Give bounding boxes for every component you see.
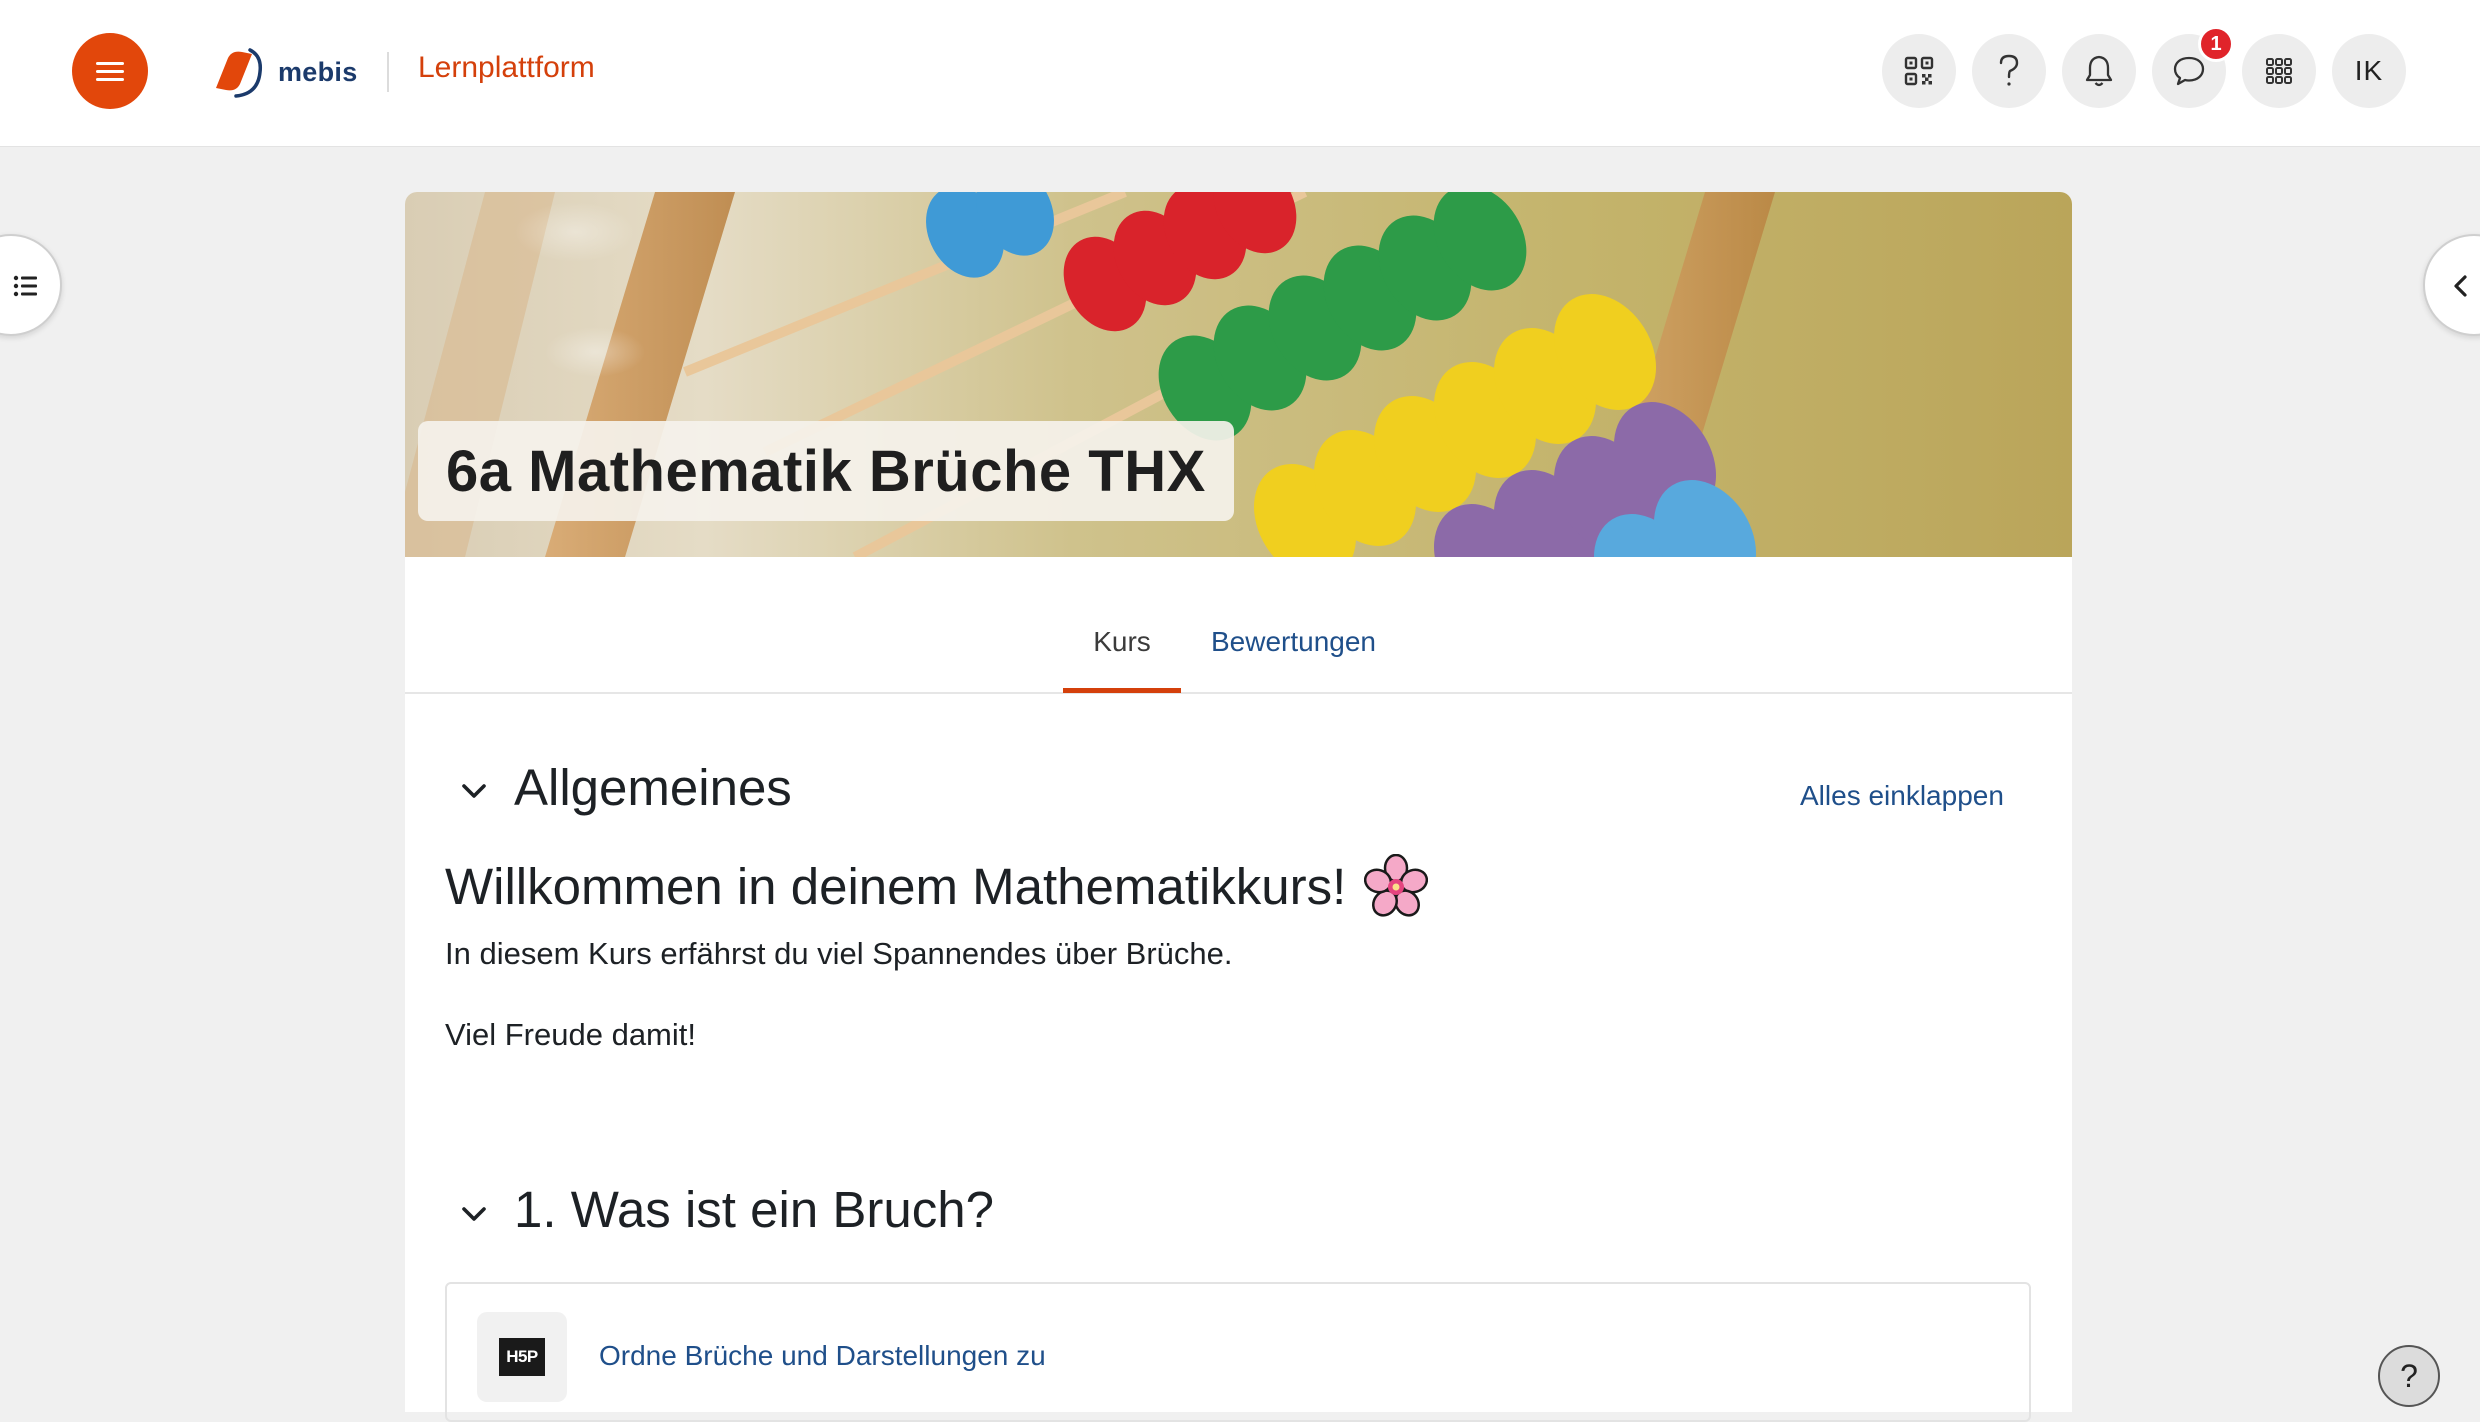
h5p-activity-icon: H5P bbox=[477, 1312, 567, 1402]
course-tabs: Kurs Bewertungen bbox=[405, 557, 2072, 895]
collapse-all-link[interactable]: Alles einklappen bbox=[1800, 780, 2004, 812]
collapse-section-chevron-icon[interactable] bbox=[457, 774, 491, 808]
cherry-blossom-icon bbox=[1364, 854, 1429, 917]
mebis-logo[interactable]: mebis bbox=[206, 44, 358, 100]
chevron-left-icon bbox=[2454, 275, 2467, 297]
welcome-heading: Willkommen in deinem Mathematikkurs! bbox=[445, 854, 1429, 918]
course-title-box: 6a Mathematik Brüche THX bbox=[418, 421, 1234, 521]
help-button[interactable] bbox=[1972, 34, 2046, 108]
qr-code-button[interactable] bbox=[1882, 34, 1956, 108]
user-avatar-initials: IK bbox=[2354, 55, 2384, 86]
header-actions: 1 IK bbox=[1882, 26, 2406, 108]
course-banner-image: 6a Mathematik Brüche THX bbox=[405, 192, 2072, 557]
main-menu-button[interactable] bbox=[72, 33, 148, 109]
activity-link[interactable]: Ordne Brüche und Darstellungen zu bbox=[599, 1340, 1046, 1372]
course-title: 6a Mathematik Brüche THX bbox=[446, 438, 1206, 504]
welcome-heading-text: Willkommen in deinem Mathematikkurs! bbox=[445, 857, 1347, 915]
active-tab-indicator bbox=[1063, 688, 1181, 693]
bell-icon bbox=[2085, 55, 2113, 87]
block-drawer-toggle[interactable] bbox=[2423, 234, 2480, 336]
chat-icon bbox=[2173, 56, 2205, 86]
brand-name: mebis bbox=[278, 56, 358, 87]
qr-code-icon bbox=[1904, 56, 1934, 86]
section-heading-general: Allgemeines bbox=[514, 759, 792, 816]
h5p-logo: H5P bbox=[499, 1338, 545, 1376]
collapse-section-1-chevron-icon[interactable] bbox=[457, 1197, 491, 1231]
course-index-toggle[interactable] bbox=[0, 234, 62, 336]
section-heading-1: 1. Was ist ein Bruch? bbox=[514, 1181, 994, 1238]
messages-button[interactable]: 1 bbox=[2152, 26, 2234, 108]
apps-grid-icon bbox=[2266, 58, 2292, 84]
platform-title[interactable]: Lernplattform bbox=[418, 51, 595, 85]
tab-bar: Kurs Bewertungen bbox=[405, 557, 2072, 694]
help-floating-button[interactable]: ? bbox=[2378, 1345, 2440, 1407]
notifications-button[interactable] bbox=[2062, 34, 2136, 108]
top-navbar: mebis Lernplattform 1 IK bbox=[0, 0, 2480, 147]
tab-bewertungen[interactable]: Bewertungen bbox=[1211, 626, 1376, 658]
logo-divider bbox=[387, 52, 389, 92]
apps-button[interactable] bbox=[2242, 34, 2316, 108]
mebis-logo-icon bbox=[216, 48, 263, 98]
tab-kurs[interactable]: Kurs bbox=[1063, 626, 1181, 658]
hamburger-icon bbox=[96, 60, 124, 82]
help-icon bbox=[1999, 54, 2019, 86]
welcome-paragraph-1: In diesem Kurs erfährst du viel Spannend… bbox=[445, 936, 1233, 971]
activity-h5p: H5P Ordne Brüche und Darstellungen zu bbox=[445, 1282, 2031, 1422]
unread-messages-badge: 1 bbox=[2198, 26, 2234, 62]
list-icon bbox=[13, 275, 37, 297]
welcome-paragraph-2: Viel Freude damit! bbox=[445, 1017, 696, 1052]
user-menu-button[interactable]: IK bbox=[2332, 34, 2406, 108]
